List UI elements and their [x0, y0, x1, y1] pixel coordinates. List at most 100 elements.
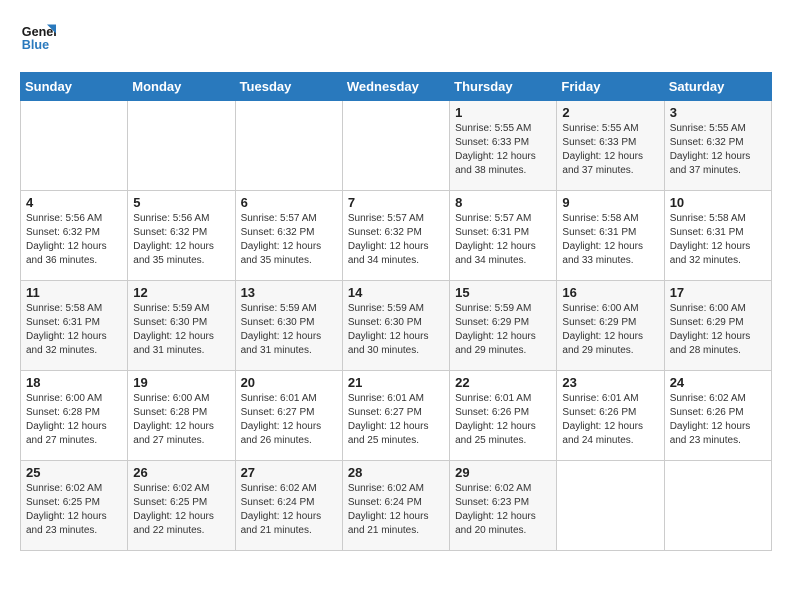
- day-number: 9: [562, 195, 658, 210]
- calendar-cell: [21, 101, 128, 191]
- day-info: Sunrise: 5:59 AM Sunset: 6:30 PM Dayligh…: [241, 302, 337, 358]
- calendar-cell: 23Sunrise: 6:01 AM Sunset: 6:26 PM Dayli…: [557, 371, 664, 461]
- day-number: 10: [670, 195, 766, 210]
- weekday-header-wednesday: Wednesday: [342, 73, 449, 101]
- calendar-cell: 28 Sunrise: 6:02 AM Sunset: 6:24 PM Dayli…: [342, 461, 449, 551]
- day-info: Sunrise: 5:58 AM Sunset: 6:31 PM Dayligh…: [670, 212, 766, 268]
- calendar-cell: 15Sunrise: 5:59 AM Sunset: 6:29 PM Dayli…: [450, 281, 557, 371]
- calendar-cell: 8 Sunrise: 5:57 AM Sunset: 6:31 PM Daylig…: [450, 191, 557, 281]
- day-number: 18: [26, 375, 122, 390]
- calendar-cell: [664, 461, 771, 551]
- day-number: 26: [133, 465, 229, 480]
- calendar-cell: 26 Sunrise: 6:02 AM Sunset: 6:25 PM Dayli…: [128, 461, 235, 551]
- logo-icon: General Blue: [20, 20, 56, 56]
- day-info: Sunrise: 6:02 AM Sunset: 6:25 PM Dayligh…: [133, 482, 229, 538]
- calendar-body: 1 Sunrise: 5:55 AM Sunset: 6:33 PM Daylig…: [21, 101, 772, 551]
- day-number: 20: [241, 375, 337, 390]
- calendar-cell: 9 Sunrise: 5:58 AM Sunset: 6:31 PM Daylig…: [557, 191, 664, 281]
- calendar-cell: [235, 101, 342, 191]
- calendar-cell: 7 Sunrise: 5:57 AM Sunset: 6:32 PM Daylig…: [342, 191, 449, 281]
- day-number: 5: [133, 195, 229, 210]
- calendar-cell: [128, 101, 235, 191]
- day-info: Sunrise: 6:00 AM Sunset: 6:29 PM Dayligh…: [562, 302, 658, 358]
- weekday-header-thursday: Thursday: [450, 73, 557, 101]
- calendar-cell: 6Sunrise: 5:57 AM Sunset: 6:32 PM Daylig…: [235, 191, 342, 281]
- day-info: Sunrise: 5:55 AM Sunset: 6:33 PM Dayligh…: [455, 122, 551, 178]
- day-info: Sunrise: 6:02 AM Sunset: 6:24 PM Dayligh…: [241, 482, 337, 538]
- day-number: 13: [241, 285, 337, 300]
- day-number: 12: [133, 285, 229, 300]
- day-number: 25: [26, 465, 122, 480]
- day-info: Sunrise: 6:02 AM Sunset: 6:23 PM Dayligh…: [455, 482, 551, 538]
- day-info: Sunrise: 5:56 AM Sunset: 6:32 PM Dayligh…: [133, 212, 229, 268]
- day-number: 28: [348, 465, 444, 480]
- day-info: Sunrise: 6:01 AM Sunset: 6:27 PM Dayligh…: [241, 392, 337, 448]
- calendar-cell: 1 Sunrise: 5:55 AM Sunset: 6:33 PM Daylig…: [450, 101, 557, 191]
- day-number: 7: [348, 195, 444, 210]
- day-number: 21: [348, 375, 444, 390]
- calendar-cell: 24Sunrise: 6:02 AM Sunset: 6:26 PM Dayli…: [664, 371, 771, 461]
- calendar-cell: 3 Sunrise: 5:55 AM Sunset: 6:32 PM Daylig…: [664, 101, 771, 191]
- calendar-cell: 29 Sunrise: 6:02 AM Sunset: 6:23 PM Dayli…: [450, 461, 557, 551]
- calendar-cell: 22 Sunrise: 6:01 AM Sunset: 6:26 PM Dayli…: [450, 371, 557, 461]
- calendar-cell: 12 Sunrise: 5:59 AM Sunset: 6:30 PM Dayli…: [128, 281, 235, 371]
- day-info: Sunrise: 5:55 AM Sunset: 6:32 PM Dayligh…: [670, 122, 766, 178]
- day-number: 17: [670, 285, 766, 300]
- day-info: Sunrise: 6:01 AM Sunset: 6:26 PM Dayligh…: [455, 392, 551, 448]
- logo: General Blue: [20, 20, 62, 56]
- day-info: Sunrise: 6:00 AM Sunset: 6:28 PM Dayligh…: [26, 392, 122, 448]
- calendar-cell: [342, 101, 449, 191]
- calendar-cell: 4 Sunrise: 5:56 AM Sunset: 6:32 PM Daylig…: [21, 191, 128, 281]
- day-info: Sunrise: 6:01 AM Sunset: 6:26 PM Dayligh…: [562, 392, 658, 448]
- day-info: Sunrise: 6:02 AM Sunset: 6:26 PM Dayligh…: [670, 392, 766, 448]
- day-info: Sunrise: 5:57 AM Sunset: 6:31 PM Dayligh…: [455, 212, 551, 268]
- day-info: Sunrise: 6:00 AM Sunset: 6:29 PM Dayligh…: [670, 302, 766, 358]
- day-number: 27: [241, 465, 337, 480]
- calendar-cell: 13 Sunrise: 5:59 AM Sunset: 6:30 PM Dayli…: [235, 281, 342, 371]
- weekday-header-friday: Friday: [557, 73, 664, 101]
- weekday-header-sunday: Sunday: [21, 73, 128, 101]
- calendar-cell: 14 Sunrise: 5:59 AM Sunset: 6:30 PM Dayli…: [342, 281, 449, 371]
- day-number: 22: [455, 375, 551, 390]
- day-number: 19: [133, 375, 229, 390]
- header: General Blue: [20, 20, 772, 56]
- calendar-cell: 27 Sunrise: 6:02 AM Sunset: 6:24 PM Dayli…: [235, 461, 342, 551]
- calendar-cell: 16 Sunrise: 6:00 AM Sunset: 6:29 PM Dayli…: [557, 281, 664, 371]
- day-info: Sunrise: 6:00 AM Sunset: 6:28 PM Dayligh…: [133, 392, 229, 448]
- calendar-cell: 11 Sunrise: 5:58 AM Sunset: 6:31 PM Dayli…: [21, 281, 128, 371]
- day-info: Sunrise: 6:02 AM Sunset: 6:25 PM Dayligh…: [26, 482, 122, 538]
- calendar-cell: 25 Sunrise: 6:02 AM Sunset: 6:25 PM Dayli…: [21, 461, 128, 551]
- day-number: 3: [670, 105, 766, 120]
- calendar-header: SundayMondayTuesdayWednesdayThursdayFrid…: [21, 73, 772, 101]
- day-info: Sunrise: 5:57 AM Sunset: 6:32 PM Dayligh…: [348, 212, 444, 268]
- day-info: Sunrise: 5:55 AM Sunset: 6:33 PM Dayligh…: [562, 122, 658, 178]
- weekday-header-monday: Monday: [128, 73, 235, 101]
- day-info: Sunrise: 5:59 AM Sunset: 6:30 PM Dayligh…: [348, 302, 444, 358]
- day-info: Sunrise: 6:02 AM Sunset: 6:24 PM Dayligh…: [348, 482, 444, 538]
- day-info: Sunrise: 5:56 AM Sunset: 6:32 PM Dayligh…: [26, 212, 122, 268]
- day-number: 2: [562, 105, 658, 120]
- calendar-cell: 10 Sunrise: 5:58 AM Sunset: 6:31 PM Dayli…: [664, 191, 771, 281]
- day-number: 1: [455, 105, 551, 120]
- day-info: Sunrise: 6:01 AM Sunset: 6:27 PM Dayligh…: [348, 392, 444, 448]
- calendar-cell: 17 Sunrise: 6:00 AM Sunset: 6:29 PM Dayli…: [664, 281, 771, 371]
- calendar-table: SundayMondayTuesdayWednesdayThursdayFrid…: [20, 72, 772, 551]
- day-info: Sunrise: 5:58 AM Sunset: 6:31 PM Dayligh…: [562, 212, 658, 268]
- calendar-cell: 5 Sunrise: 5:56 AM Sunset: 6:32 PM Daylig…: [128, 191, 235, 281]
- day-number: 8: [455, 195, 551, 210]
- weekday-header-saturday: Saturday: [664, 73, 771, 101]
- day-number: 14: [348, 285, 444, 300]
- calendar-cell: 20 Sunrise: 6:01 AM Sunset: 6:27 PM Dayli…: [235, 371, 342, 461]
- calendar-cell: 2 Sunrise: 5:55 AM Sunset: 6:33 PM Daylig…: [557, 101, 664, 191]
- day-info: Sunrise: 5:57 AM Sunset: 6:32 PM Dayligh…: [241, 212, 337, 268]
- svg-text:Blue: Blue: [22, 38, 49, 52]
- day-info: Sunrise: 5:58 AM Sunset: 6:31 PM Dayligh…: [26, 302, 122, 358]
- day-number: 4: [26, 195, 122, 210]
- day-number: 29: [455, 465, 551, 480]
- day-number: 16: [562, 285, 658, 300]
- day-info: Sunrise: 5:59 AM Sunset: 6:30 PM Dayligh…: [133, 302, 229, 358]
- day-number: 11: [26, 285, 122, 300]
- calendar-cell: [557, 461, 664, 551]
- day-number: 15: [455, 285, 551, 300]
- calendar-cell: 18 Sunrise: 6:00 AM Sunset: 6:28 PM Dayli…: [21, 371, 128, 461]
